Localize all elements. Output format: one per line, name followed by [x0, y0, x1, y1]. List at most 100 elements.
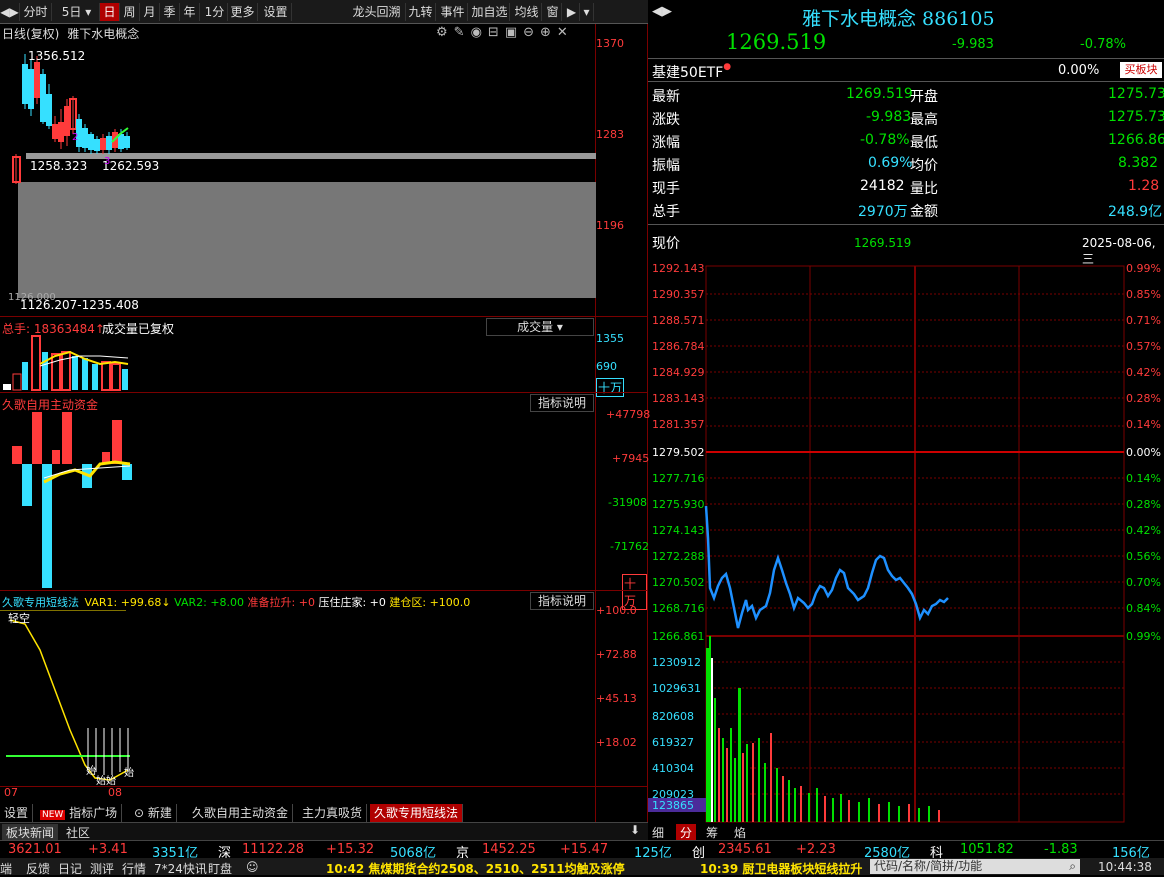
- cy-value[interactable]: 2345.61: [718, 842, 772, 857]
- quote-value: 1266.861: [1108, 132, 1164, 148]
- cy-change: +2.23: [796, 842, 836, 857]
- market-button[interactable]: 行情: [122, 860, 146, 877]
- price-line: [704, 505, 949, 629]
- divider: [648, 81, 1164, 82]
- news-ticker-1[interactable]: 10:42 焦煤期货合约2508、2510、2511均触及涨停: [326, 860, 625, 877]
- event-button[interactable]: 事件: [438, 3, 468, 21]
- quote-value: 24182: [860, 178, 905, 194]
- panel-toggle-icon[interactable]: ◀▶: [0, 3, 20, 21]
- tab-week[interactable]: 周: [120, 3, 140, 21]
- short-header: 久歌专用短线法 VAR1: +99.68↓ VAR2: +8.00 准备拉升: …: [2, 596, 471, 609]
- sector-change: -9.983: [952, 37, 994, 52]
- flash-news-button[interactable]: 7*24快讯: [154, 860, 207, 877]
- search-input[interactable]: 代码/名称/简拼/功能 ⌕: [870, 859, 1080, 874]
- kline-bottom-small: 1126.000: [8, 292, 56, 303]
- chart-left-pane: 日线(复权) 雅下水电概念 ⚙✎◉⊟▣⊖⊕✕ 1356.512 1258.323…: [0, 24, 650, 824]
- sector-pct: -0.78%: [1080, 37, 1126, 52]
- quote-value: -0.78%: [860, 132, 910, 148]
- y-right-label: 0.70%: [1126, 576, 1161, 589]
- vol-axis-label: 1230912: [652, 656, 701, 669]
- y-right-label: 0.56%: [1126, 550, 1161, 563]
- y-left-label: 1283.143: [652, 392, 705, 405]
- short-help-button[interactable]: 指标说明: [530, 592, 594, 610]
- ma-button[interactable]: 均线: [512, 3, 542, 21]
- buy-sector-button[interactable]: 买板块: [1120, 62, 1162, 78]
- news-ticker-2[interactable]: 10:39 厨卫电器板块短线拉升: [700, 860, 862, 877]
- watch-button[interactable]: 盯盘: [208, 860, 232, 877]
- indicator-new-tab[interactable]: ⊙ 新建: [130, 804, 177, 822]
- tab-day[interactable]: 日: [100, 3, 120, 21]
- expand-icon[interactable]: ◀▶: [652, 4, 672, 19]
- y-right-label: 0.84%: [1126, 602, 1161, 615]
- tab-year[interactable]: 年: [180, 3, 200, 21]
- bj-value[interactable]: 1452.25: [482, 842, 536, 857]
- tab-detail[interactable]: 细: [652, 824, 664, 841]
- y-left-label: 1274.143: [652, 524, 705, 537]
- quote-label: 最高: [910, 112, 938, 128]
- kc-value[interactable]: 1051.82: [960, 842, 1014, 857]
- fund-help-button[interactable]: 指标说明: [530, 394, 594, 412]
- news-tab-community[interactable]: 社区: [62, 824, 94, 841]
- volume-chart: [3, 335, 129, 391]
- indicator-short-tab[interactable]: 久歌专用短线法: [370, 804, 464, 822]
- message-icon[interactable]: ☺: [246, 860, 259, 874]
- etf-name[interactable]: 基建50ETF●: [652, 62, 731, 82]
- indicator-square-tab[interactable]: NEW 指标广场: [36, 804, 123, 822]
- short-axis-2: +72.88: [596, 648, 637, 661]
- gray-band: [18, 182, 596, 298]
- sz-value[interactable]: 11122.28: [242, 842, 304, 857]
- kline-axis-3: 1196: [596, 219, 624, 232]
- sector-price: 1269.519: [726, 30, 827, 54]
- kline-mark-2: 2: [72, 132, 79, 143]
- add-watchlist-button[interactable]: 加自选: [470, 3, 510, 21]
- diary-button[interactable]: 日记: [58, 860, 82, 877]
- download-icon[interactable]: ⬇: [630, 823, 640, 837]
- tab-month[interactable]: 月: [140, 3, 160, 21]
- indicator-main-tab[interactable]: 主力真吸货: [298, 804, 368, 822]
- tab-chip[interactable]: 筹: [706, 824, 718, 841]
- tab-flame[interactable]: 焰: [734, 824, 746, 841]
- dragon-review-button[interactable]: 龙头回溯: [348, 3, 406, 21]
- tab-more[interactable]: 更多: [228, 3, 258, 21]
- quote-value: 1269.519: [846, 86, 913, 102]
- kline-low-label: 1258.323: [30, 159, 88, 173]
- etf-pct: 0.00%: [1058, 63, 1100, 78]
- y-right-label: 0.00%: [1126, 446, 1161, 459]
- tab-1min[interactable]: 1分: [202, 3, 228, 21]
- quote-label: 最低: [910, 135, 938, 151]
- y-right-label: 0.85%: [1126, 288, 1161, 301]
- tab-season[interactable]: 季: [160, 3, 180, 21]
- vol-axis-label: 619327: [652, 736, 694, 749]
- collapse-icon[interactable]: ▶: [564, 3, 580, 21]
- divider: [648, 224, 1164, 225]
- review-button[interactable]: 测评: [90, 860, 114, 877]
- index-ticker: 3621.01 +3.41 3351亿 深 11122.28 +15.32 50…: [0, 840, 1164, 861]
- window-button[interactable]: 窗: [544, 3, 562, 21]
- y-right-label: 0.28%: [1126, 498, 1161, 511]
- nine-turn-button[interactable]: 九转: [406, 3, 436, 21]
- vol-axis-label: 410304: [652, 762, 694, 775]
- quote-label: 均价: [910, 158, 938, 174]
- tab-fenshi[interactable]: 分时: [20, 3, 52, 21]
- kline-high-label: 1356.512: [28, 49, 86, 63]
- quote-label: 涨跌: [652, 112, 680, 128]
- y-left-label: 1290.357: [652, 288, 705, 301]
- dropdown-icon[interactable]: ▾: [580, 3, 594, 21]
- y-right-label: 0.14%: [1126, 472, 1161, 485]
- kline-chart: [12, 54, 596, 298]
- short-mark-2: 始始: [96, 776, 116, 787]
- feedback-button[interactable]: 反馈: [26, 860, 50, 877]
- y-left-label: 1268.716: [652, 602, 705, 615]
- news-tab-sector[interactable]: 板块新闻: [2, 824, 59, 841]
- y-left-label: 1272.288: [652, 550, 705, 563]
- status-btn[interactable]: 端: [0, 860, 12, 877]
- indicator-settings-tab[interactable]: 设置: [0, 804, 34, 822]
- tab-fen[interactable]: 分: [676, 824, 697, 841]
- now-price-value: 1269.519: [854, 236, 912, 250]
- volume-axis-1: 1355: [596, 332, 624, 345]
- tab-settings[interactable]: 设置: [260, 3, 292, 21]
- sh-value[interactable]: 3621.01: [8, 842, 62, 857]
- indicator-fund-tab[interactable]: 久歌自用主动资金: [188, 804, 294, 822]
- tab-5day[interactable]: 5日 ▾: [54, 3, 100, 21]
- y-right-label: 0.14%: [1126, 418, 1161, 431]
